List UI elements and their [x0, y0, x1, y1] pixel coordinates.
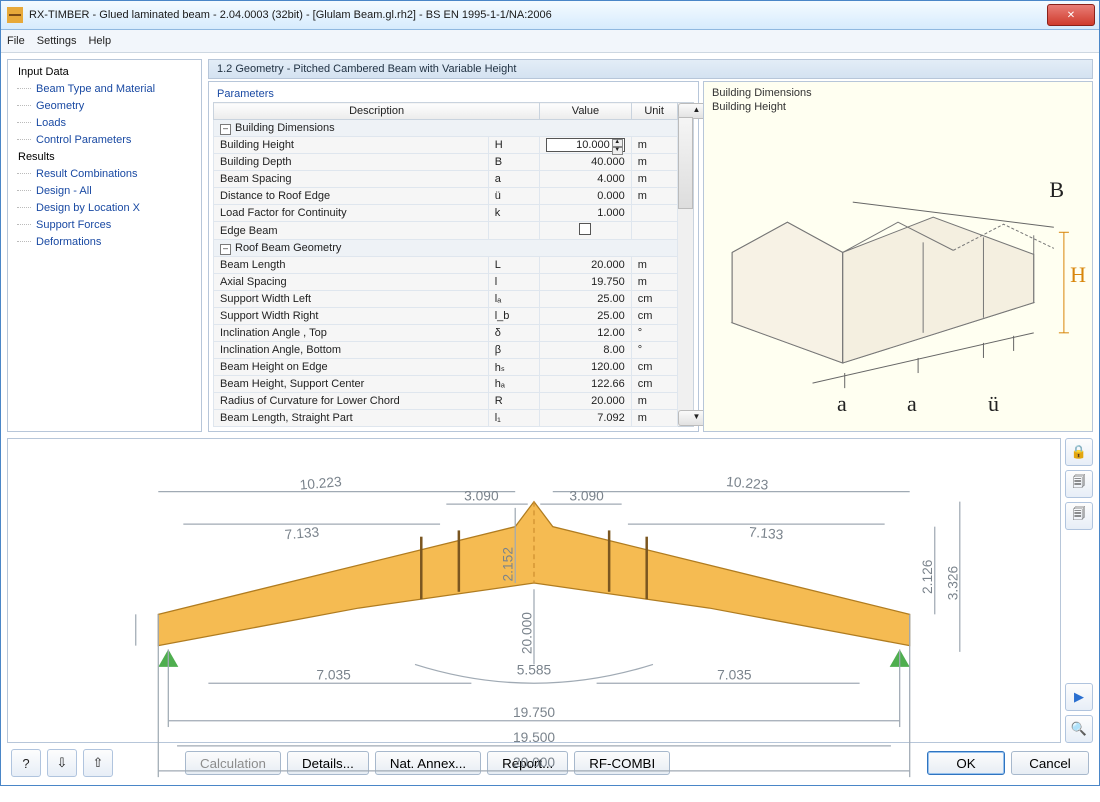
parameters-table: Description Value Unit –Building Dimensi… — [213, 102, 678, 427]
label-B: B — [1049, 177, 1064, 203]
info-line1: Building Dimensions — [712, 86, 1084, 100]
title-bar: RX-TIMBER - Glued laminated beam - 2.04.… — [1, 1, 1099, 30]
group-building-label: Building Dimensions — [235, 122, 335, 134]
play-button[interactable]: ▶ — [1065, 683, 1093, 711]
zoom-button[interactable]: 🔍 — [1065, 715, 1093, 743]
menu-settings[interactable]: Settings — [37, 35, 77, 47]
nav-support-forces[interactable]: Support Forces — [14, 217, 195, 234]
window-title: RX-TIMBER - Glued laminated beam - 2.04.… — [29, 9, 1047, 21]
right-top: 1.2 Geometry - Pitched Cambered Beam wit… — [208, 59, 1093, 432]
nav-result-comb[interactable]: Result Combinations — [14, 166, 195, 183]
row-height-support[interactable]: Beam Height, Support Centerhₐ122.66cm — [214, 376, 678, 393]
svg-text:19.750: 19.750 — [513, 705, 555, 720]
close-icon: ✕ — [1067, 10, 1075, 21]
app-icon — [7, 7, 23, 23]
menu-bar: File Settings Help — [1, 30, 1099, 53]
vertical-scrollbar[interactable]: ▲ ▼ — [678, 102, 694, 427]
close-button[interactable]: ✕ — [1047, 4, 1095, 26]
page-icon: 🗐 — [1073, 473, 1086, 495]
group-roof[interactable]: –Roof Beam Geometry — [214, 240, 678, 257]
scroll-thumb[interactable] — [678, 117, 693, 209]
row-roof-edge[interactable]: Distance to Roof Edgeü0.000m — [214, 188, 678, 205]
row-beam-spacing[interactable]: Beam Spacinga4.000m — [214, 171, 678, 188]
menu-file[interactable]: File — [7, 35, 25, 47]
nav-beam-type[interactable]: Beam Type and Material — [14, 81, 195, 98]
svg-text:10.223: 10.223 — [726, 474, 770, 493]
svg-text:19.500: 19.500 — [513, 730, 555, 745]
svg-text:3.090: 3.090 — [464, 488, 499, 503]
app-window: RX-TIMBER - Glued laminated beam - 2.04.… — [0, 0, 1100, 786]
col-unit[interactable]: Unit — [631, 103, 677, 120]
geometry-panel-title: 1.2 Geometry - Pitched Cambered Beam wit… — [208, 59, 1093, 79]
building-height-input[interactable]: 10.000▲▼ — [546, 138, 625, 152]
row-angle-top[interactable]: Inclination Angle , Topδ12.00° — [214, 325, 678, 342]
svg-text:2.152: 2.152 — [501, 547, 516, 581]
row-load-factor[interactable]: Load Factor for Continuityk1.000 — [214, 205, 678, 222]
edge-beam-checkbox[interactable] — [579, 223, 591, 235]
svg-text:10.223: 10.223 — [299, 474, 343, 493]
svg-text:7.035: 7.035 — [316, 667, 351, 682]
svg-text:5.585: 5.585 — [517, 662, 552, 677]
parameters-panel: Parameters Description Value Unit –Build… — [208, 81, 699, 432]
nav-control-params[interactable]: Control Parameters — [14, 132, 195, 149]
nav-loads[interactable]: Loads — [14, 115, 195, 132]
nav-panel: Input Data Beam Type and Material Geomet… — [7, 59, 202, 432]
row-beam-length[interactable]: Beam LengthL20.000m — [214, 257, 678, 274]
row-radius[interactable]: Radius of Curvature for Lower ChordR20.0… — [214, 393, 678, 410]
svg-text:20.000: 20.000 — [519, 612, 534, 654]
label-H: H — [1070, 262, 1086, 288]
lock-view-button[interactable]: 🔒 — [1065, 438, 1093, 466]
row-support-left[interactable]: Support Width Leftlₐ25.00cm — [214, 291, 678, 308]
row-edge-beam[interactable]: Edge Beam — [214, 222, 678, 240]
upper-row: Input Data Beam Type and Material Geomet… — [7, 59, 1093, 432]
parameters-label: Parameters — [213, 86, 694, 102]
page1-button[interactable]: 🗐 — [1065, 470, 1093, 498]
row-building-height[interactable]: Building HeightH10.000▲▼m — [214, 137, 678, 154]
row-building-depth[interactable]: Building DepthB40.000m — [214, 154, 678, 171]
row-axial-spacing[interactable]: Axial Spacingl19.750m — [214, 274, 678, 291]
beam-elevation-panel[interactable]: 10.223 10.223 3.090 3.090 7.133 7.133 2.… — [7, 438, 1061, 743]
label-a2: a — [907, 391, 917, 417]
svg-text:7.133: 7.133 — [748, 524, 784, 542]
client-area: Input Data Beam Type and Material Geomet… — [1, 53, 1099, 785]
svg-text:20.000: 20.000 — [513, 755, 555, 770]
group-roof-label: Roof Beam Geometry — [235, 242, 341, 254]
page-icon: 🗐 — [1073, 505, 1086, 527]
nav-deformations[interactable]: Deformations — [14, 234, 195, 251]
label-a1: a — [837, 391, 847, 417]
row-length-straight[interactable]: Beam Length, Straight Partl₁7.092m — [214, 410, 678, 427]
row-support-right[interactable]: Support Width Rightl_b25.00cm — [214, 308, 678, 325]
collapse-icon[interactable]: – — [220, 244, 231, 255]
svg-text:7.133: 7.133 — [284, 524, 320, 542]
building-isometric: B H a a ü — [712, 122, 1084, 423]
row-height-edge[interactable]: Beam Height on Edgehₛ120.00cm — [214, 359, 678, 376]
svg-text:7.035: 7.035 — [717, 667, 752, 682]
nav-design-all[interactable]: Design - All — [14, 183, 195, 200]
col-value[interactable]: Value — [540, 103, 632, 120]
svg-text:3.090: 3.090 — [569, 488, 604, 503]
svg-text:2.126: 2.126 — [920, 559, 935, 594]
nav-input-data[interactable]: Input Data — [14, 64, 195, 81]
param-area: Parameters Description Value Unit –Build… — [208, 81, 1093, 432]
lock-icon: 🔒 — [1071, 444, 1087, 460]
collapse-icon[interactable]: – — [220, 124, 231, 135]
row-angle-bottom[interactable]: Inclination Angle, Bottomβ8.00° — [214, 342, 678, 359]
group-building[interactable]: –Building Dimensions — [214, 120, 678, 137]
nav-design-loc[interactable]: Design by Location X — [14, 200, 195, 217]
page2-button[interactable]: 🗐 — [1065, 502, 1093, 530]
info-panel: Building Dimensions Building Height — [703, 81, 1093, 432]
svg-text:3.326: 3.326 — [945, 565, 960, 600]
play-icon: ▶ — [1074, 689, 1084, 705]
label-u: ü — [988, 391, 999, 417]
col-description[interactable]: Description — [214, 103, 540, 120]
drawing-toolbar: 🔒 🗐 🗐 ▶ 🔍 — [1065, 438, 1093, 743]
nav-results[interactable]: Results — [14, 149, 195, 166]
menu-help[interactable]: Help — [88, 35, 111, 47]
table-header: Description Value Unit — [214, 103, 678, 120]
lower-row: 10.223 10.223 3.090 3.090 7.133 7.133 2.… — [7, 438, 1093, 743]
search-icon: 🔍 — [1071, 721, 1087, 737]
spinner[interactable]: ▲▼ — [612, 139, 623, 151]
info-line2: Building Height — [712, 100, 1084, 114]
nav-geometry[interactable]: Geometry — [14, 98, 195, 115]
